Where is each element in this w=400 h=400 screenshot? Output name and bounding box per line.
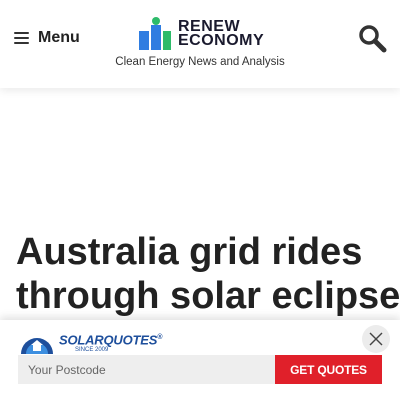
renew-economy-logo-icon	[139, 17, 171, 50]
article-headline: Australia grid rides through solar eclip…	[16, 230, 400, 318]
renew-economy-logo[interactable]: RENEW ECONOMY	[138, 16, 266, 52]
menu-label: Menu	[38, 29, 80, 46]
search-icon	[359, 25, 387, 53]
close-icon	[369, 332, 383, 346]
ad-close-button[interactable]	[362, 325, 390, 353]
get-quotes-button[interactable]: GET QUOTES	[275, 355, 382, 384]
logo-text-economy: ECONOMY	[178, 32, 265, 49]
search-button[interactable]	[356, 22, 388, 54]
site-header: Menu RENEW ECONOMY Clean Energy News and…	[0, 0, 400, 88]
ad-placeholder	[0, 88, 400, 218]
solarquotes-brand: SOLARQUOTES	[59, 332, 158, 347]
solarquotes-logo[interactable]: SOLARQUOTES® SINCE 2009	[18, 324, 162, 354]
headline-line-1: Australia grid rides	[16, 231, 363, 273]
solarquotes-brand-mark: ®	[157, 333, 163, 341]
postcode-input[interactable]	[18, 355, 275, 384]
solarquotes-logo-icon	[21, 338, 53, 354]
solarquotes-since: SINCE 2009	[75, 347, 109, 353]
headline-line-2: through solar eclipse,	[16, 275, 400, 317]
menu-icon	[14, 31, 30, 45]
menu-button[interactable]: Menu	[14, 26, 80, 50]
site-tagline: Clean Energy News and Analysis	[115, 56, 285, 68]
